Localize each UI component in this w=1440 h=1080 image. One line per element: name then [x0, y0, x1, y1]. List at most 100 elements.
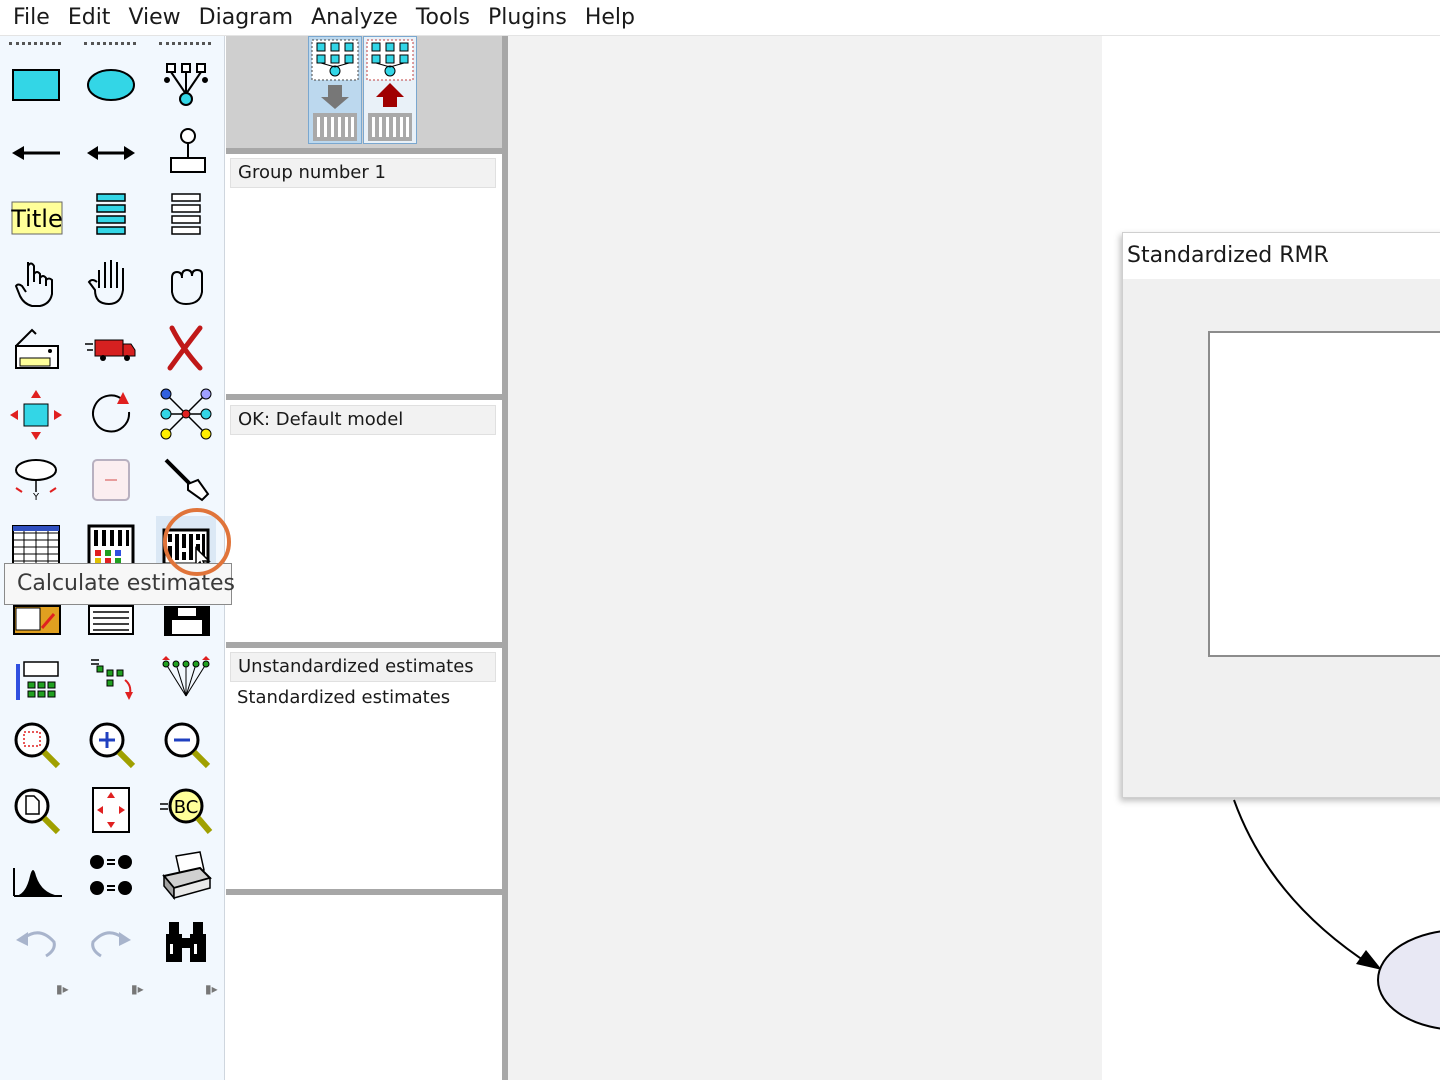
menu-help[interactable]: Help	[576, 0, 644, 36]
title-icon: Title	[10, 201, 63, 235]
object-properties-button[interactable]	[6, 648, 66, 708]
rmr-text-area[interactable]	[1208, 331, 1440, 657]
menu-file[interactable]: File	[4, 0, 59, 36]
scroll-diagram-icon	[92, 459, 130, 501]
amos-window: File Edit View Diagram Analyze Tools Plu…	[0, 0, 1440, 1080]
redo-button[interactable]	[81, 912, 141, 972]
add-unique-variable-button[interactable]	[156, 120, 216, 180]
print-diagram-button[interactable]	[156, 846, 216, 906]
deselect-all-objects-button[interactable]	[156, 252, 216, 312]
toolbar-more-arrow[interactable]: ▮▸	[131, 982, 144, 996]
view-input-path-diagram-button[interactable]	[308, 36, 362, 144]
zoom-out-button[interactable]	[156, 714, 216, 774]
zoom-out-icon	[164, 722, 211, 769]
drawing-area-margin	[508, 36, 1102, 1080]
list-variables-in-model-button[interactable]	[81, 186, 141, 246]
variable-list-icon	[96, 193, 126, 235]
move-parameter-icon: Y	[15, 459, 57, 503]
printer-icon	[162, 851, 212, 901]
svg-text:Title: Title	[10, 205, 62, 233]
dialog-title[interactable]: Standardized RMR	[1123, 233, 1440, 279]
toolbar-more-arrow[interactable]: ▮▸	[56, 982, 69, 996]
magnifier-icon: BC	[160, 788, 213, 834]
double-arrow-icon	[87, 146, 135, 160]
model-list-item[interactable]: OK: Default model	[230, 405, 496, 435]
object-properties-icon	[16, 661, 59, 700]
preserve-symmetries-button[interactable]	[156, 648, 216, 708]
panel-divider[interactable]	[226, 889, 502, 895]
indicator-tree-icon	[164, 63, 208, 106]
draw-path-button[interactable]	[6, 120, 66, 180]
magic-wand-icon	[164, 458, 210, 502]
menu-view[interactable]: View	[119, 0, 189, 36]
symmetry-icon	[162, 656, 210, 697]
moving-truck-icon	[85, 339, 136, 361]
undo-button[interactable]	[6, 912, 66, 972]
touch-up-variable-button[interactable]	[156, 450, 216, 510]
toolbar-grip[interactable]	[9, 42, 61, 45]
menu-bar: File Edit View Diagram Analyze Tools Plu…	[0, 0, 1440, 36]
model-panel: Group number 1 OK: Default model Unstand…	[226, 36, 508, 1080]
select-all-objects-button[interactable]	[81, 252, 141, 312]
menu-tools[interactable]: Tools	[407, 0, 479, 36]
select-one-object-button[interactable]	[6, 252, 66, 312]
closed-hand-icon	[171, 268, 203, 306]
menu-analyze[interactable]: Analyze	[302, 0, 407, 36]
fit-page-icon	[92, 787, 130, 833]
move-parameter-values-button[interactable]: Y	[6, 450, 66, 510]
list-variables-in-dataset-button[interactable]	[156, 186, 216, 246]
view-output-path-diagram-button[interactable]	[363, 36, 417, 144]
binoculars-icon	[166, 922, 206, 962]
path-diagram-view-box	[226, 36, 502, 148]
zoom-in-button[interactable]	[81, 714, 141, 774]
reposition-diagram-button[interactable]	[81, 450, 141, 510]
panel-divider[interactable]	[226, 394, 502, 400]
zoom-page-icon	[14, 788, 61, 835]
move-objects-button[interactable]	[81, 318, 141, 378]
specification-search-button[interactable]	[156, 912, 216, 972]
toolbar-grip[interactable]	[84, 42, 136, 45]
hand-pointing-icon	[14, 262, 53, 307]
rotate-icon	[92, 392, 131, 433]
figure-caption-button[interactable]: Title	[6, 186, 66, 246]
output-diagram-icon	[366, 39, 414, 141]
drag-properties-button[interactable]	[81, 648, 141, 708]
standardized-rmr-dialog: Standardized RMR	[1122, 232, 1440, 798]
menu-plugins[interactable]: Plugins	[479, 0, 576, 36]
draw-latent-variable-button[interactable]	[81, 54, 141, 114]
zoom-in-on-area-button[interactable]	[6, 714, 66, 774]
zoom-area-icon	[14, 722, 61, 769]
panel-divider[interactable]	[226, 148, 502, 154]
multiple-groups-icon	[90, 855, 132, 895]
menu-edit[interactable]: Edit	[59, 0, 120, 36]
ellipse-icon	[87, 69, 135, 101]
draw-covariance-button[interactable]	[81, 120, 141, 180]
change-shape-button[interactable]	[6, 384, 66, 444]
toolbar-grip[interactable]	[159, 42, 211, 45]
erase-x-icon	[167, 325, 203, 371]
view-page-button[interactable]	[6, 780, 66, 840]
magnify-button[interactable]: BC	[156, 780, 216, 840]
redo-icon	[91, 931, 131, 958]
input-diagram-icon	[311, 39, 359, 141]
menu-diagram[interactable]: Diagram	[190, 0, 302, 36]
toolbar-more-arrow[interactable]: ▮▸	[205, 982, 218, 996]
draw-observed-variable-button[interactable]	[6, 54, 66, 114]
rotate-indicators-button[interactable]	[81, 384, 141, 444]
dataset-variables-icon	[171, 193, 201, 235]
svg-text:Y: Y	[32, 492, 40, 503]
estimates-list-item-selected[interactable]: Unstandardized estimates	[230, 652, 496, 682]
highlight-circle	[163, 508, 231, 576]
duplicate-objects-button[interactable]	[6, 318, 66, 378]
multiple-group-analysis-button[interactable]	[81, 846, 141, 906]
bayesian-estimation-button[interactable]	[6, 846, 66, 906]
estimates-list-item[interactable]: Standardized estimates	[237, 687, 450, 708]
open-hand-icon	[87, 260, 124, 306]
fit-to-page-button[interactable]	[81, 780, 141, 840]
reflect-indicators-button[interactable]	[156, 384, 216, 444]
panel-divider[interactable]	[226, 642, 502, 648]
draw-latent-indicators-button[interactable]	[156, 54, 216, 114]
erase-objects-button[interactable]	[156, 318, 216, 378]
group-list-item[interactable]: Group number 1	[230, 158, 496, 188]
zoom-in-icon	[89, 722, 136, 769]
